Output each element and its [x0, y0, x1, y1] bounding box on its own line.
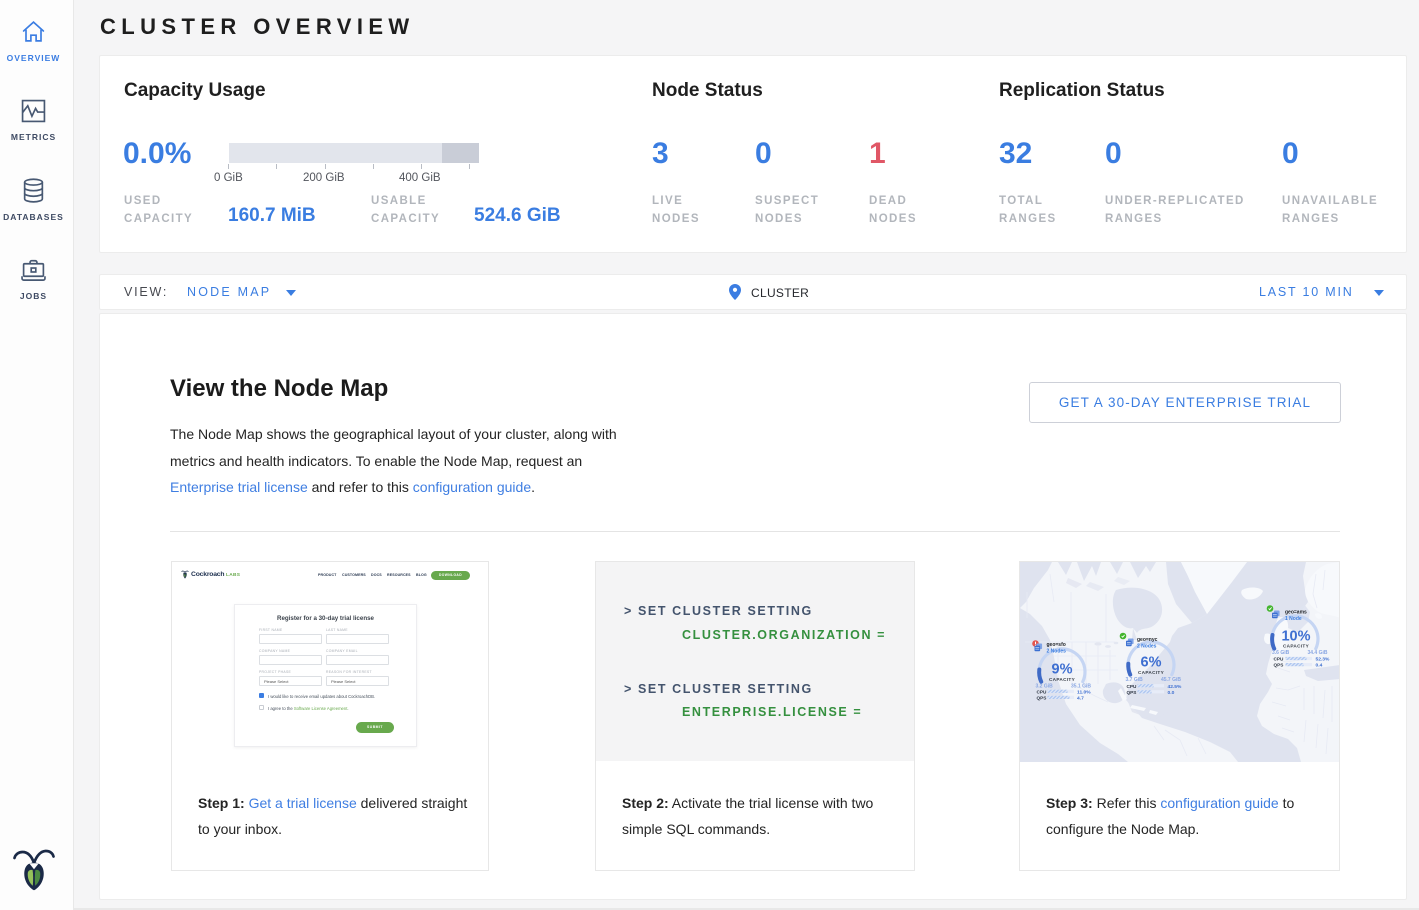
svg-text:CAPACITY: CAPACITY [1138, 670, 1165, 675]
svg-text:CPU: CPU [1037, 689, 1048, 694]
svg-text:geo=ams: geo=ams [1285, 610, 1307, 616]
svg-text:CPU: CPU [1274, 657, 1285, 662]
svg-text:11.0%: 11.0% [1077, 689, 1091, 695]
svg-text:QPS: QPS [1127, 690, 1137, 695]
svg-text:geo=nyc: geo=nyc [1137, 637, 1158, 643]
svg-text:CAPACITY: CAPACITY [1283, 644, 1310, 649]
svg-text:3.7 GiB: 3.7 GiB [1126, 677, 1144, 683]
svg-text:2 Nodes: 2 Nodes [1137, 644, 1157, 650]
svg-text:42.5%: 42.5% [1168, 684, 1183, 690]
svg-text:0.0: 0.0 [1168, 690, 1175, 696]
svg-text:3.6 GiB: 3.6 GiB [1272, 650, 1290, 656]
svg-text:0.4: 0.4 [1316, 663, 1323, 669]
svg-text:1 Node: 1 Node [1285, 616, 1302, 622]
svg-text:CAPACITY: CAPACITY [1049, 677, 1076, 682]
svg-text:CPU: CPU [1127, 684, 1138, 689]
svg-text:4.7: 4.7 [1077, 696, 1084, 702]
svg-text:34.4 GiB: 34.4 GiB [1307, 650, 1327, 656]
svg-text:geo=sfo: geo=sfo [1047, 642, 1066, 648]
svg-text:QPS: QPS [1037, 696, 1047, 701]
svg-text:45.7 GiB: 45.7 GiB [1161, 677, 1181, 683]
svg-text:2 Nodes: 2 Nodes [1047, 649, 1067, 655]
svg-text:6%: 6% [1141, 655, 1162, 671]
svg-text:35.1 GiB: 35.1 GiB [1071, 684, 1091, 690]
svg-text:9%: 9% [1052, 662, 1073, 678]
svg-text:52.3%: 52.3% [1316, 657, 1331, 663]
svg-text:QPS: QPS [1274, 663, 1284, 668]
svg-text:10%: 10% [1281, 629, 1310, 645]
